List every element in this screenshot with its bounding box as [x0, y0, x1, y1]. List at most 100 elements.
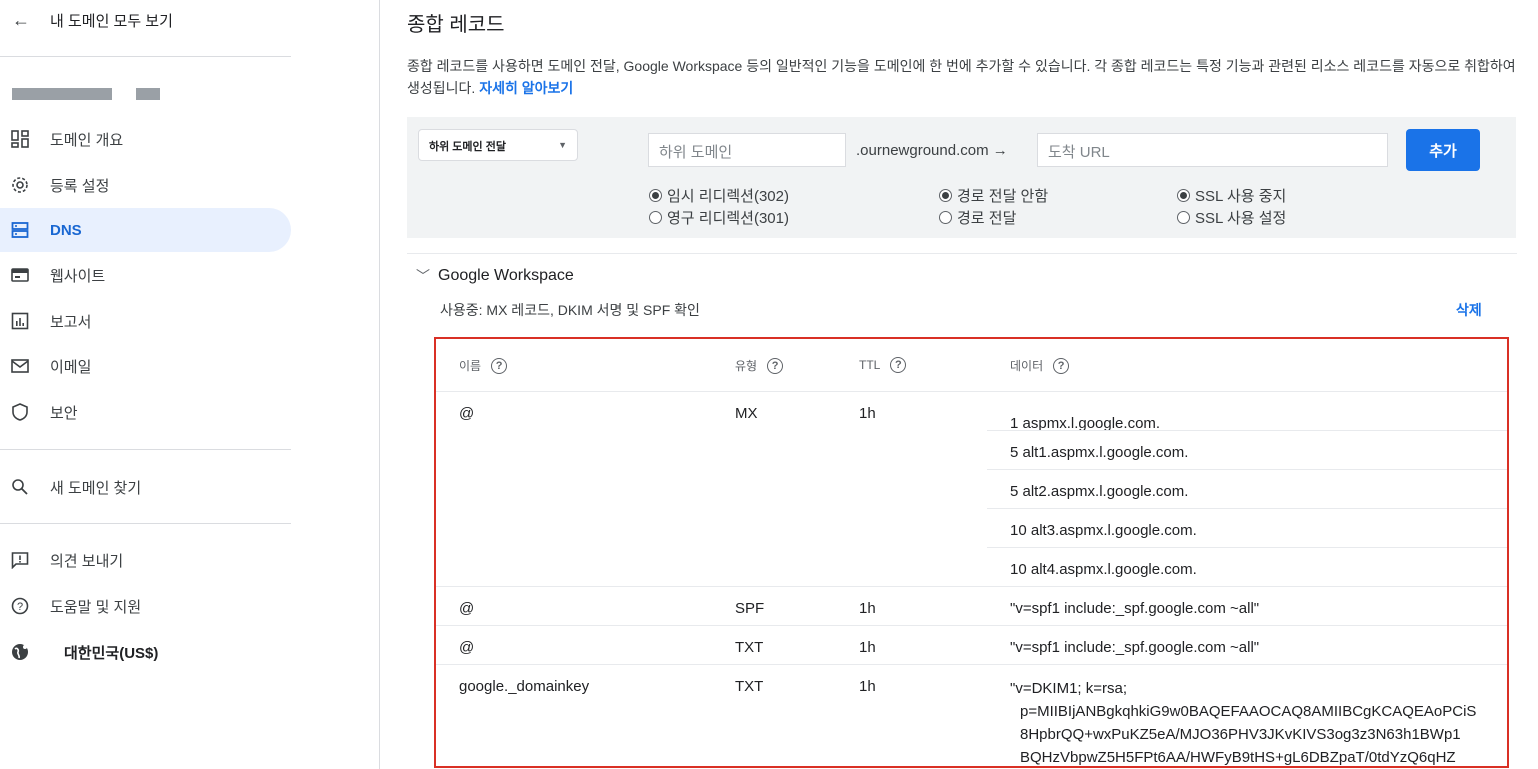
description-text: 종합 레코드를 사용하면 도메인 전달, Google Workspace 등의… [407, 58, 1516, 96]
shield-icon [10, 402, 30, 422]
radio-unselected-icon [1177, 211, 1190, 224]
record-ttl: 1h [859, 600, 876, 617]
radio-label: SSL 사용 설정 [1195, 210, 1287, 227]
record-name: google._domainkey [459, 678, 590, 695]
sidebar-item-email[interactable]: 이메일 [0, 344, 291, 388]
redacted-domain-name [12, 88, 112, 100]
domain-suffix: .ournewground.com → [856, 142, 1008, 159]
region-label: 대한민국(US$) [64, 644, 159, 662]
sidebar-item-dns[interactable]: DNS [0, 208, 291, 252]
help-icon: ? [10, 596, 30, 616]
record-type: MX [735, 405, 758, 422]
delete-link[interactable]: 삭제 [1456, 300, 1482, 320]
record-ttl: 1h [859, 678, 876, 695]
find-new-domain-link[interactable]: 새 도메인 찾기 [0, 465, 291, 509]
sidebar-item-overview[interactable]: 도메인 개요 [0, 117, 291, 161]
record-data: 10 alt4.aspmx.l.google.com. [1010, 561, 1197, 578]
chevron-down-icon: ﹀ [416, 268, 430, 284]
sidebar-item-label: 보고서 [50, 313, 92, 331]
radio-ssl-on[interactable]: SSL 사용 설정 [1177, 207, 1286, 228]
svg-text:?: ? [17, 601, 23, 613]
sidebar-item-website[interactable]: 웹사이트 [0, 253, 291, 297]
record-type-select[interactable]: 하위 도메인 전달 ▼ [418, 129, 578, 161]
region-currency-selector[interactable]: 대한민국(US$) [0, 630, 291, 674]
record-type: TXT [735, 678, 764, 695]
record-name: @ [459, 405, 475, 422]
redacted-domain-name [136, 88, 160, 100]
record-name: @ [459, 639, 475, 656]
dashboard-icon [10, 129, 30, 149]
dkim-line: p=MIIBIjANBgkqhkiG9w0BAQEFAAOCAQ8AMIIBCg… [1020, 703, 1477, 720]
record-data: 5 alt2.aspmx.l.google.com. [1010, 483, 1189, 500]
feedback-icon [10, 550, 30, 570]
divider [0, 449, 291, 450]
resource-records-table: 이름? 유형? TTL? 데이터? @ MX 1h 1 aspmx.l.goog… [434, 337, 1509, 768]
divider [0, 56, 291, 57]
add-button[interactable]: 추가 [1406, 129, 1480, 171]
radio-label: 경로 전달 [957, 210, 1017, 227]
record-ttl: 1h [859, 405, 876, 422]
header-label: 유형 [735, 359, 758, 373]
help-icon[interactable]: ? [491, 357, 508, 374]
help-icon[interactable]: ? [767, 357, 784, 374]
divider [0, 523, 291, 524]
divider [436, 391, 1507, 392]
workspace-title: Google Workspace [438, 267, 574, 284]
sidebar: ← 내 도메인 모두 보기 도메인 개요 등록 설정 DNS 웹사이트 보고서 [0, 0, 380, 769]
header-label: 이름 [459, 359, 482, 373]
find-domain-label: 새 도메인 찾기 [50, 479, 142, 497]
divider [987, 508, 1507, 509]
radio-label: 임시 리디렉션(302) [667, 188, 789, 205]
dropdown-arrow-icon: ▼ [558, 140, 567, 150]
help-support-link[interactable]: ? 도움말 및 지원 [0, 584, 291, 628]
sidebar-item-label: 등록 설정 [50, 177, 110, 195]
radio-path-forward-off[interactable]: 경로 전달 안함 [939, 185, 1048, 206]
record-type: SPF [735, 600, 765, 617]
divider [987, 547, 1507, 548]
divider [436, 664, 1507, 665]
globe-icon [10, 642, 30, 662]
sidebar-item-label: 웹사이트 [50, 267, 106, 285]
record-data: 5 alt1.aspmx.l.google.com. [1010, 444, 1189, 461]
back-label: 내 도메인 모두 보기 [50, 12, 173, 30]
record-data: 10 alt3.aspmx.l.google.com. [1010, 522, 1197, 539]
sidebar-item-security[interactable]: 보안 [0, 390, 291, 434]
learn-more-link[interactable]: 자세히 알아보기 [479, 80, 573, 96]
send-feedback-link[interactable]: 의견 보내기 [0, 538, 291, 582]
record-data: "v=spf1 include:_spf.google.com ~all" [1010, 639, 1260, 656]
radio-label: SSL 사용 중지 [1195, 188, 1287, 205]
column-header-data: 데이터? [1010, 357, 1070, 374]
dkim-record-data: "v=DKIM1; k=rsa; p=MIIBIjANBgkqhkiG9w0BA… [1010, 677, 1505, 766]
subdomain-input[interactable]: 하위 도메인 [648, 133, 846, 167]
radio-temporary-redirect[interactable]: 임시 리디렉션(302) [649, 185, 789, 206]
radio-unselected-icon [649, 211, 662, 224]
radio-selected-icon [939, 189, 952, 202]
web-icon [10, 265, 30, 285]
feedback-label: 의견 보내기 [50, 552, 124, 570]
synthetic-record-form: 하위 도메인 전달 ▼ 하위 도메인 .ournewground.com → 도… [407, 117, 1516, 238]
back-to-domains-link[interactable]: ← 내 도메인 모두 보기 [12, 6, 173, 34]
page-description: 종합 레코드를 사용하면 도메인 전달, Google Workspace 등의… [407, 55, 1517, 99]
column-header-ttl: TTL? [859, 357, 907, 373]
dns-icon [10, 220, 30, 240]
record-type-value: 하위 도메인 전달 [429, 141, 506, 153]
workspace-section-toggle[interactable]: ﹀ Google Workspace [416, 266, 574, 286]
radio-selected-icon [649, 189, 662, 202]
radio-label: 경로 전달 안함 [957, 188, 1049, 205]
radio-permanent-redirect[interactable]: 영구 리디렉션(301) [649, 207, 789, 228]
radio-ssl-off[interactable]: SSL 사용 중지 [1177, 185, 1286, 206]
radio-path-forward-on[interactable]: 경로 전달 [939, 207, 1016, 228]
divider [407, 253, 1517, 254]
gear-icon [10, 175, 30, 195]
page-title: 종합 레코드 [407, 14, 505, 36]
sidebar-item-registration[interactable]: 등록 설정 [0, 163, 291, 207]
sidebar-item-reports[interactable]: 보고서 [0, 299, 291, 343]
radio-label: 영구 리디렉션(301) [667, 210, 789, 227]
help-icon[interactable]: ? [890, 357, 907, 373]
back-arrow-icon: ← [12, 9, 30, 30]
header-label: 데이터 [1010, 359, 1044, 373]
destination-url-input[interactable]: 도착 URL [1037, 133, 1388, 167]
help-icon[interactable]: ? [1053, 357, 1070, 374]
sidebar-item-label: 보안 [50, 404, 78, 422]
radio-selected-icon [1177, 189, 1190, 202]
